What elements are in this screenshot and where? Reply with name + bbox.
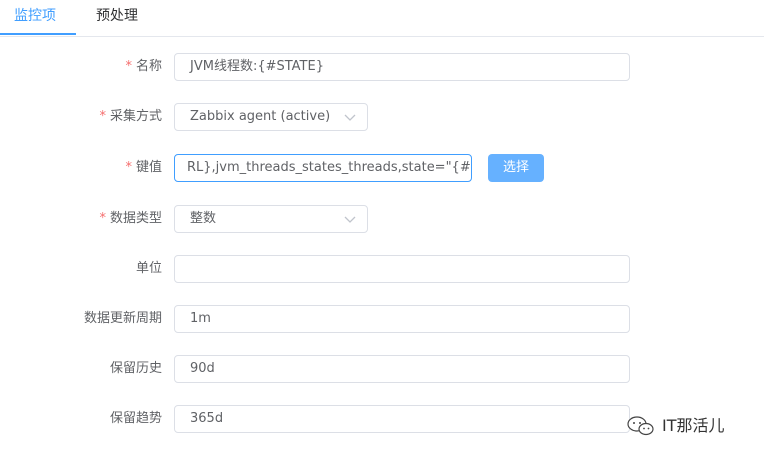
unit-label: 单位 (135, 261, 162, 276)
form-row-name: * 名称 JVM线程数:{#STATE} (0, 53, 764, 83)
data-type-select[interactable]: 整数 (174, 205, 368, 233)
type-select[interactable]: Zabbix agent (active) (174, 103, 368, 131)
form-row-unit: 单位 (0, 255, 764, 285)
data-type-label: * 数据类型 (99, 205, 162, 233)
tab-preprocessing[interactable]: 预处理 (96, 0, 138, 35)
interval-label: 数据更新周期 (83, 311, 162, 326)
name-label-text: 名称 (135, 59, 162, 74)
data-type-select-value: 整数 (190, 211, 217, 226)
form-row-interval: 数据更新周期 1m (0, 305, 764, 335)
interval-input[interactable]: 1m (174, 305, 630, 333)
key-label-text: 键值 (135, 160, 162, 175)
key-input-value: RL},jvm_threads_states_threads,state="{#… (187, 160, 471, 175)
type-select-value: Zabbix agent (active) (190, 109, 331, 124)
type-label: * 采集方式 (99, 103, 162, 131)
history-label: 保留历史 (109, 361, 162, 376)
name-label: * 名称 (125, 53, 162, 81)
trends-input[interactable]: 365d (174, 405, 630, 433)
chevron-down-icon (344, 216, 356, 223)
form-row-key: * 键值 RL},jvm_threads_states_threads,state… (0, 154, 764, 184)
required-asterisk: * (125, 59, 132, 74)
chevron-down-icon (344, 114, 356, 121)
data-type-label-text: 数据类型 (109, 211, 162, 226)
active-tab-indicator (0, 33, 76, 35)
required-asterisk: * (99, 109, 106, 124)
trends-label: 保留趋势 (109, 411, 162, 426)
history-input[interactable]: 90d (174, 355, 630, 383)
select-key-button[interactable]: 选择 (488, 154, 544, 182)
tab-bar: 监控项 预处理 (0, 0, 764, 37)
watermark-text: IT那活儿 (662, 416, 725, 435)
tab-item[interactable]: 监控项 (14, 0, 56, 35)
key-input[interactable]: RL},jvm_threads_states_threads,state="{#… (174, 154, 472, 182)
unit-input[interactable] (174, 255, 630, 283)
key-label: * 键值 (125, 154, 162, 182)
name-input[interactable]: JVM线程数:{#STATE} (174, 53, 630, 81)
required-asterisk: * (99, 211, 106, 226)
form-row-data-type: * 数据类型 整数 (0, 205, 764, 235)
type-label-text: 采集方式 (109, 109, 162, 124)
form-row-history: 保留历史 90d (0, 355, 764, 385)
form-row-type: * 采集方式 Zabbix agent (active) (0, 103, 764, 133)
required-asterisk: * (125, 160, 132, 175)
wechat-icon (627, 416, 654, 436)
